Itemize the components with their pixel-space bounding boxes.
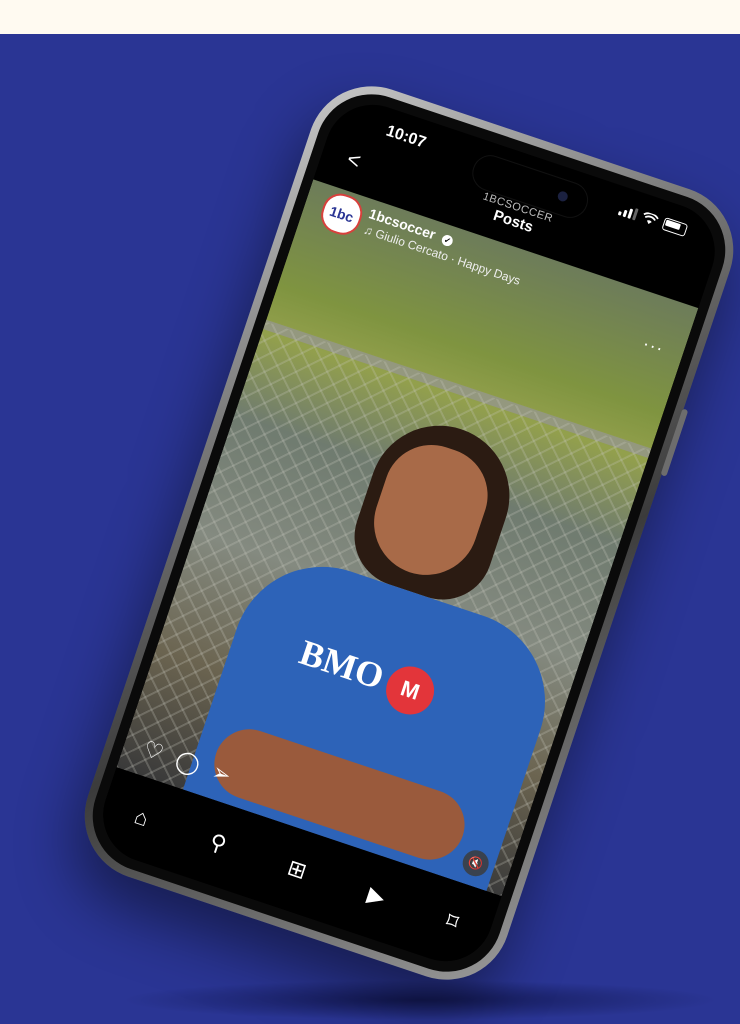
post-media[interactable]: BMO M 1bc 1bcsoccer ✓ ♫ Giulio Cercato ·… <box>116 179 699 897</box>
status-time: 10:07 <box>383 122 429 152</box>
create-icon[interactable]: ⊞ <box>284 855 309 886</box>
floor-shadow <box>120 980 720 1020</box>
wifi-icon <box>643 211 659 224</box>
verified-icon: ✓ <box>440 233 455 248</box>
home-icon[interactable]: ⌂ <box>131 803 152 832</box>
signal-icon <box>617 203 639 221</box>
avatar[interactable]: 1bc <box>316 188 368 240</box>
camera-dot <box>556 190 570 203</box>
battery-icon <box>661 217 689 238</box>
search-icon[interactable]: ⚲ <box>206 829 230 859</box>
save-icon[interactable]: ⌑ <box>443 908 462 936</box>
more-options-icon[interactable]: ··· <box>640 333 666 360</box>
phone-bezel: 10:07 < 1BCSOCCER Posts BMO M 1bc 1bcsoc… <box>77 79 740 987</box>
reels-icon[interactable]: ▶ <box>364 881 388 911</box>
top-band <box>0 0 740 34</box>
post-header: 1bc 1bcsoccer ✓ ♫ Giulio Cercato · Happy… <box>316 188 522 288</box>
status-icons <box>617 202 689 238</box>
phone-screen: 10:07 < 1BCSOCCER Posts BMO M 1bc 1bcsoc… <box>90 92 728 974</box>
phone-device: 10:07 < 1BCSOCCER Posts BMO M 1bc 1bcsoc… <box>67 69 740 997</box>
